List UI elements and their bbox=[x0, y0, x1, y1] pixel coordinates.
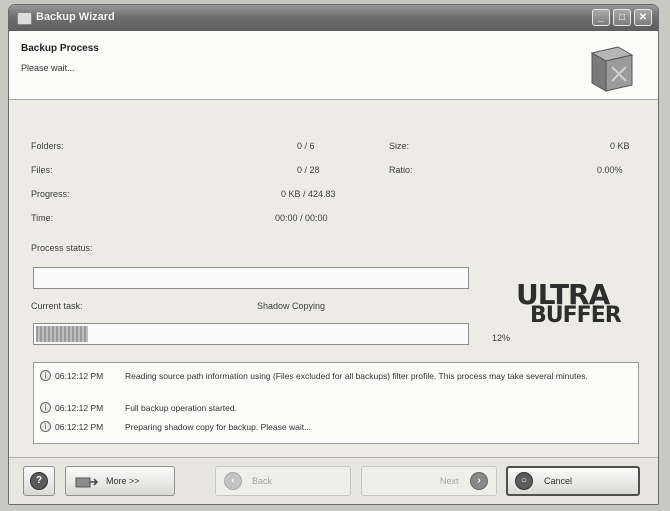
close-button[interactable]: ✕ bbox=[634, 9, 652, 26]
log-item: i 06:12:12 PM Full backup operation star… bbox=[40, 402, 630, 416]
minimize-icon: _ bbox=[598, 12, 604, 23]
log-item: i 06:12:12 PM Reading source path inform… bbox=[40, 370, 630, 394]
ultrabuffer-logo: ULTRA BUFFER bbox=[516, 281, 636, 331]
current-task-value: Shadow Copying bbox=[257, 301, 326, 311]
log-time: 06:12:12 PM bbox=[55, 403, 104, 413]
progress-label: Progress: bbox=[31, 189, 70, 199]
maximize-icon: □ bbox=[618, 12, 626, 23]
current-task-bar bbox=[33, 323, 469, 345]
time-value: 00:00 / 00:00 bbox=[275, 213, 328, 223]
process-status-bar bbox=[33, 267, 469, 289]
next-arrow-icon: › bbox=[470, 472, 488, 490]
back-button[interactable]: ‹ Back bbox=[215, 466, 351, 496]
next-button-label: Next bbox=[440, 476, 459, 486]
close-icon: ✕ bbox=[638, 12, 648, 23]
ratio-value: 0.00% bbox=[597, 165, 623, 175]
log-time: 06:12:12 PM bbox=[55, 422, 104, 432]
current-task-label: Current task: bbox=[31, 301, 83, 311]
info-bubble-icon: i bbox=[40, 370, 51, 381]
window-title: Backup Wizard bbox=[36, 11, 115, 23]
maximize-button[interactable]: □ bbox=[613, 9, 631, 26]
log-list[interactable]: i 06:12:12 PM Reading source path inform… bbox=[33, 362, 639, 444]
folders-value: 0 / 6 bbox=[297, 141, 315, 151]
backup-wizard-window: Backup Wizard _ □ ✕ Backup Process Pleas… bbox=[8, 4, 659, 505]
files-label: Files: bbox=[31, 165, 53, 175]
log-message: Full backup operation started. bbox=[125, 403, 237, 413]
title-bar[interactable]: Backup Wizard _ □ ✕ bbox=[9, 5, 658, 32]
page-subtitle: Please wait... bbox=[21, 63, 75, 73]
wizard-header: Backup Process Please wait... bbox=[9, 31, 658, 100]
more-options-icon bbox=[75, 477, 99, 488]
page-title: Backup Process bbox=[21, 43, 99, 54]
log-item: i 06:12:12 PM Preparing shadow copy for … bbox=[40, 421, 630, 435]
log-message: Reading source path information using (F… bbox=[125, 371, 588, 381]
minimize-button[interactable]: _ bbox=[592, 9, 610, 26]
next-button[interactable]: Next › bbox=[361, 466, 497, 496]
backup-box-icon bbox=[590, 46, 634, 92]
files-value: 0 / 28 bbox=[297, 165, 320, 175]
cancel-icon: ○ bbox=[515, 472, 533, 490]
size-label: Size: bbox=[389, 141, 410, 151]
time-label: Time: bbox=[31, 213, 54, 223]
back-arrow-icon: ‹ bbox=[224, 472, 242, 490]
info-bubble-icon: i bbox=[40, 421, 51, 432]
cancel-button-label: Cancel bbox=[544, 476, 573, 486]
logo-line2: BUFFER bbox=[530, 303, 622, 328]
folders-label: Folders: bbox=[31, 141, 64, 151]
process-status-label: Process status: bbox=[31, 243, 93, 253]
current-task-fill bbox=[36, 326, 88, 342]
ratio-label: Ratio: bbox=[389, 165, 413, 175]
back-button-label: Back bbox=[252, 476, 273, 486]
progress-value: 0 KB / 424.83 bbox=[281, 189, 336, 199]
log-message: Preparing shadow copy for backup. Please… bbox=[125, 422, 312, 432]
info-bubble-icon: i bbox=[40, 402, 51, 413]
size-value: 0 KB bbox=[610, 141, 630, 151]
current-task-percent: 12% bbox=[492, 333, 511, 343]
help-icon: ? bbox=[30, 472, 48, 490]
more-button[interactable]: More >> bbox=[65, 466, 175, 496]
more-button-label: More >> bbox=[106, 476, 140, 486]
app-icon bbox=[17, 12, 32, 25]
wizard-footer: ? More >> ‹ Back Next › ○ Cancel bbox=[9, 457, 658, 504]
help-button[interactable]: ? bbox=[23, 466, 55, 496]
cancel-button[interactable]: ○ Cancel bbox=[506, 466, 640, 496]
log-time: 06:12:12 PM bbox=[55, 371, 104, 381]
